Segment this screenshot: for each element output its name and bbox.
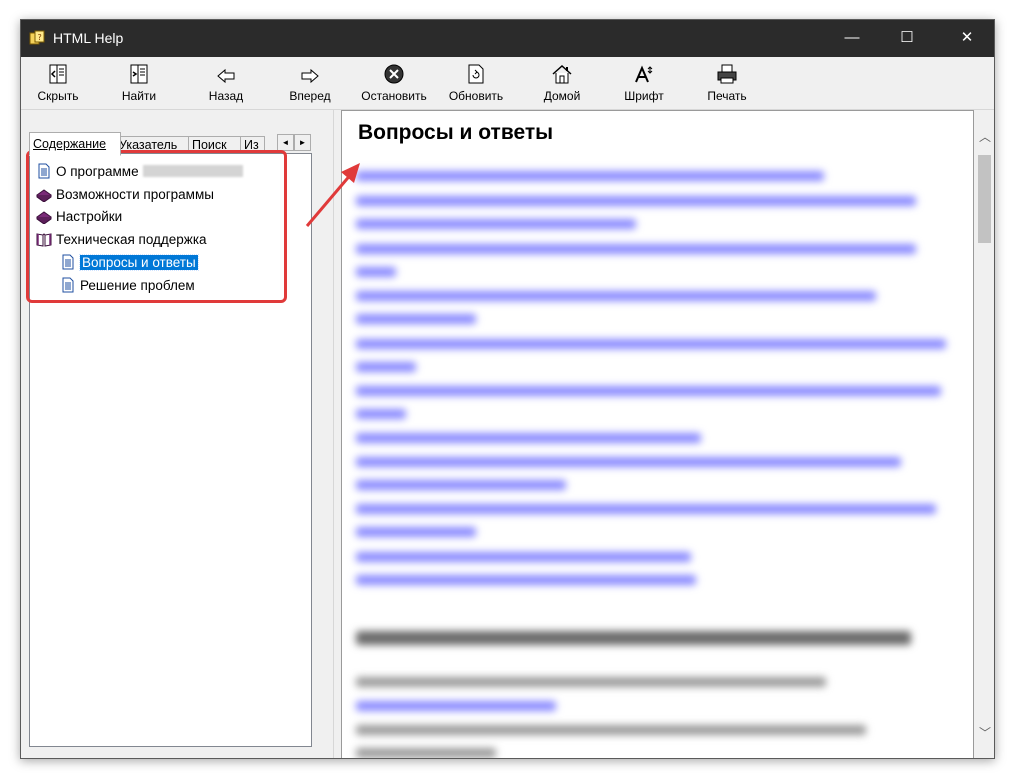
tab-contents[interactable]: Содержание [29, 132, 121, 156]
tab-contents-label: Содержание [33, 137, 107, 151]
annotation-arrow [305, 163, 360, 227]
